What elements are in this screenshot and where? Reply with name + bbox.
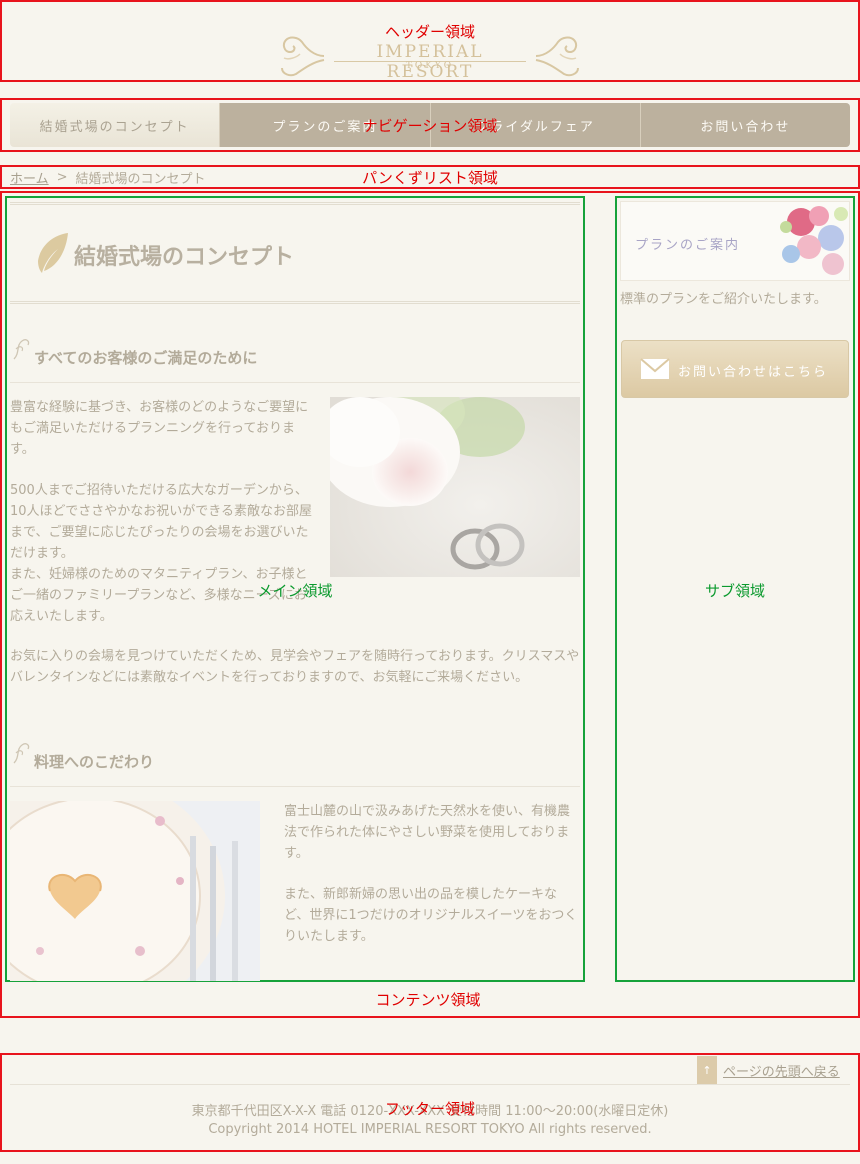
page-top-label[interactable]: ページの先頭へ戻る — [723, 1061, 840, 1080]
sub-region-label: サブ領域 — [704, 582, 766, 600]
contents-region-label: コンテンツ領域 — [375, 991, 481, 1009]
contact-button-label: お問い合わせはこちら — [678, 365, 829, 380]
section-heading-1: すべてのお客様のご満足のために — [10, 331, 580, 383]
section1-para4: お気に入りの会場を見つけていただくため、見学会やフェアを随時行っております。クリ… — [10, 649, 580, 685]
header-region-label: ヘッダー領域 — [384, 23, 476, 41]
breadcrumb-home-link[interactable]: ホーム — [10, 168, 49, 187]
bouquet-image — [780, 206, 848, 275]
breadcrumb-region-label: パンくずリスト領域 — [362, 169, 498, 187]
wedding-rings-photo — [330, 397, 580, 577]
nav-item-contact[interactable]: お問い合わせ — [640, 103, 850, 147]
ornament-left-icon — [281, 36, 325, 77]
section-title-2: 料理へのこだわり — [34, 753, 155, 771]
footer-copyright: Copyright 2014 HOTEL IMPERIAL RESORT TOK… — [208, 1122, 652, 1137]
section2-para1: 富士山麓の山で汲みあげた天然水を使い、有機農法で作られた体にやさしい野菜を使用し… — [284, 804, 571, 861]
footer-divider — [10, 1084, 850, 1085]
plan-description: 標準のプランをご紹介いたします。 — [620, 292, 827, 307]
main-region-label: メイン領域 — [257, 582, 333, 600]
section2-para2: また、新郎新婦の思い出の品を模したケーキなど、世界に1つだけのオリジナルスイーツ… — [284, 887, 578, 944]
breadcrumb-separator: > — [56, 170, 68, 185]
feather-icon — [38, 233, 68, 273]
page-title: 結婚式場のコンセプト — [74, 245, 295, 270]
nav-item-concept[interactable]: 結婚式場のコンセプト — [10, 103, 221, 147]
arrow-up-icon: ↑ — [697, 1056, 717, 1084]
plan-banner[interactable]: プランのご案内 — [620, 201, 850, 281]
section1-para2: 500人までご招待いただける広大なガーデンから、10人ほどでささやかなお祝いがで… — [10, 483, 313, 561]
flourish-icon — [13, 339, 30, 360]
section1-para1: 豊富な経験に基づき、お客様のどのようなご要望にもご満足いただけるプランニングを行… — [10, 400, 309, 457]
ornament-right-icon — [535, 36, 579, 77]
page-top-link[interactable]: ↑ ページの先頭へ戻る — [697, 1056, 840, 1084]
logo-subtext: TOKYO — [405, 61, 455, 71]
footer-region-label: フッター領域 — [384, 1100, 476, 1118]
contact-button[interactable]: お問い合わせはこちら — [621, 340, 849, 398]
section-title-1: すべてのお客様のご満足のために — [34, 349, 258, 367]
nav-region-label: ナビゲーション領域 — [362, 117, 498, 135]
heart-cookie-photo — [10, 801, 260, 981]
plan-banner-text: プランのご案内 — [635, 238, 741, 253]
breadcrumb: ホーム > 結婚式場のコンセプト — [10, 168, 206, 187]
section-heading-2: 料理へのこだわり — [10, 735, 580, 787]
page-title-block: 結婚式場のコンセプト — [10, 202, 580, 304]
flourish-icon — [13, 743, 30, 764]
breadcrumb-current: 結婚式場のコンセプト — [75, 172, 206, 187]
envelope-icon — [640, 358, 670, 379]
